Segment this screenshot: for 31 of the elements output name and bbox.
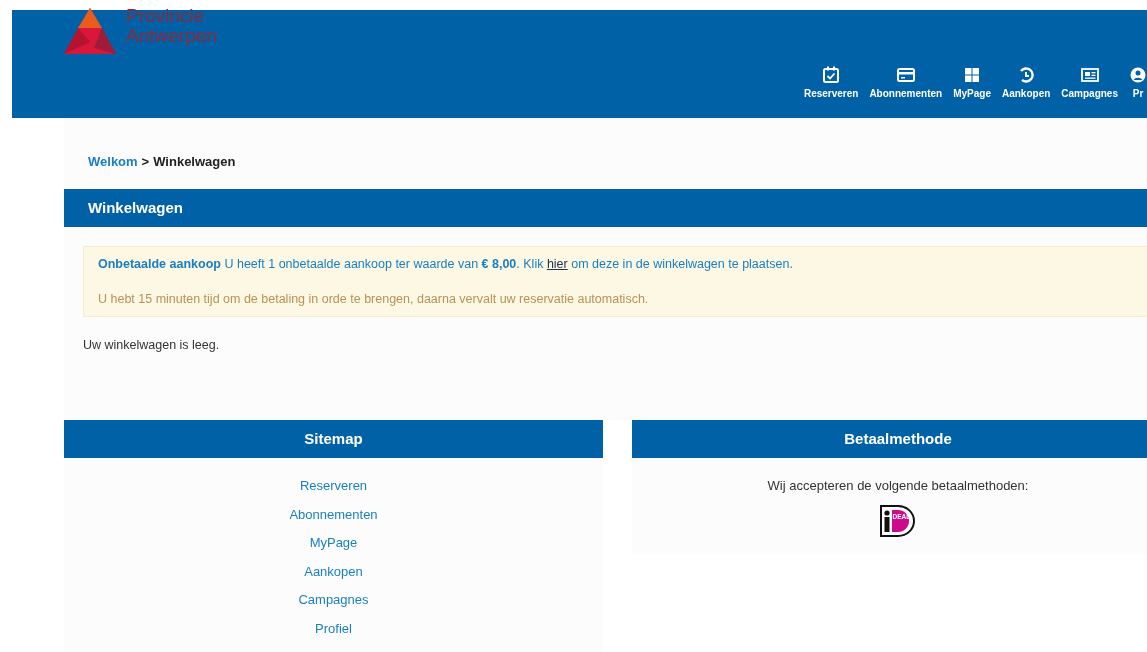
breadcrumb-current: Winkelwagen	[153, 154, 236, 169]
nav-item[interactable]: Aankopen	[1001, 66, 1051, 99]
logo-text: Provincie	[126, 6, 206, 26]
section-title-bar: Winkelwagen	[64, 189, 1147, 227]
newspaper-icon	[1080, 66, 1099, 84]
logo-icon	[64, 8, 116, 54]
alert-message: Onbetaalde aankoop U heeft 1 onbetaalde aankoop ter waarde van € 8,00. Klik hier om deze in de winkelwagen te plaatsen.	[98, 257, 794, 271]
logo-text: Antwerpen	[126, 26, 217, 46]
sitemap-link[interactable]: Profiel	[315, 618, 352, 638]
alert-link[interactable]: hier	[546, 257, 568, 271]
nav-item[interactable]: MyPage	[953, 66, 991, 99]
grid-icon	[963, 66, 982, 84]
sitemap-link[interactable]: MyPage	[309, 533, 358, 553]
nav-item[interactable]: Pr	[1129, 66, 1147, 99]
calendar-icon	[822, 66, 841, 84]
sitemap-link[interactable]: Reserveren	[299, 476, 368, 496]
sitemap-link[interactable]: Aankopen	[304, 561, 363, 581]
sitemap-link[interactable]: Abonnementen	[289, 504, 378, 524]
empty-cart-text: Uw winkelwagen is leeg.	[82, 337, 221, 354]
nav-item[interactable]: Abonnementen	[869, 66, 943, 99]
sitemap-title-bar: Sitemap	[64, 420, 603, 458]
history-icon	[1017, 66, 1036, 84]
alert-note: U hebt 15 minuten tijd om de betaling in orde te brengen, daarna vervalt uw reservatie automatisch.	[98, 292, 650, 306]
payment-text: Wij accepteren de volgende betaalmethoden:	[767, 478, 1029, 493]
breadcrumb-link[interactable]: Welkom	[88, 154, 138, 169]
payment-title-bar: Betaalmethode	[632, 420, 1147, 458]
credit-card-icon	[896, 66, 915, 84]
breadcrumb-separator: >	[141, 154, 150, 169]
nav-item[interactable]: Reserveren	[803, 66, 859, 99]
nav-item[interactable]: Campagnes	[1061, 66, 1118, 99]
sitemap-link[interactable]: Campagnes	[298, 590, 369, 610]
